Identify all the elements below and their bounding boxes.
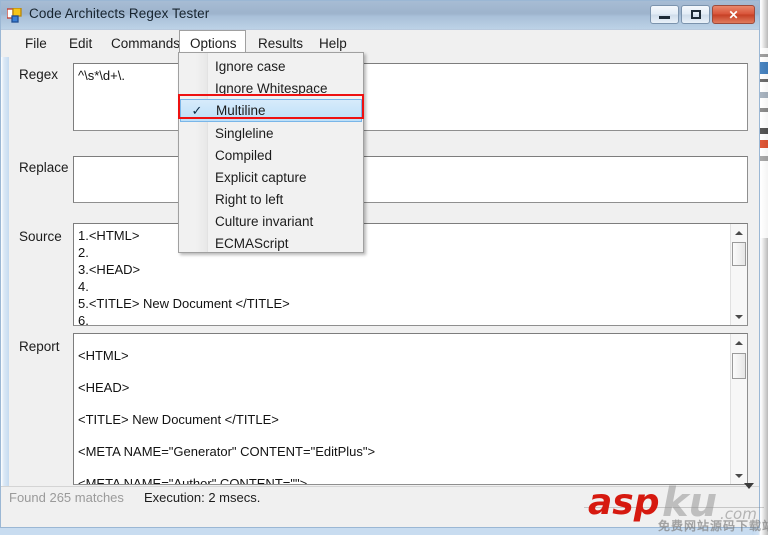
replace-input[interactable] xyxy=(73,156,748,203)
menu-edit[interactable]: Edit xyxy=(59,30,102,56)
menu-item-label: ECMAScript xyxy=(215,235,289,251)
close-button[interactable]: ✕ xyxy=(712,5,755,24)
menu-item-multiline[interactable]: ✓ Multiline xyxy=(180,99,362,122)
chevron-down-icon xyxy=(735,473,743,478)
menu-item-label: Ignore Whitespace xyxy=(215,80,328,96)
app-squares-icon xyxy=(7,8,22,23)
menu-item-label: Multiline xyxy=(216,103,266,118)
client-area: Regex ^\s*\d+\. Replace Source 1.<HTML> … xyxy=(1,57,759,509)
watermark: asp ku .com 免费网站源码下载站! xyxy=(584,481,768,533)
replace-value xyxy=(74,157,747,163)
title-bar[interactable]: Code Architects Regex Tester ✕ xyxy=(1,1,759,30)
maximize-button[interactable] xyxy=(681,5,710,24)
menu-commands[interactable]: Commands xyxy=(101,30,190,56)
report-label: Report xyxy=(19,339,60,354)
maximize-icon xyxy=(690,10,701,19)
screen: Code Architects Regex Tester ✕ File Edit… xyxy=(0,0,768,535)
status-execution-time: Execution: 2 msecs. xyxy=(144,490,261,505)
caret-down-icon xyxy=(744,483,754,489)
minimize-icon xyxy=(659,16,670,19)
watermark-tagline: 免费网站源码下载站! xyxy=(658,519,768,533)
checkmark-icon: ✓ xyxy=(191,103,203,118)
report-scroll-up-button[interactable] xyxy=(731,334,747,351)
report-scroll-thumb[interactable] xyxy=(732,353,746,379)
chevron-down-icon xyxy=(735,314,743,319)
source-scrollbar[interactable] xyxy=(730,224,747,325)
source-value: 1.<HTML> 2. 3.<HEAD> 4. 5.<TITLE> New Do… xyxy=(78,228,290,326)
source-scroll-down-button[interactable] xyxy=(731,308,747,325)
menu-item-label: Singleline xyxy=(215,125,274,141)
source-scroll-thumb[interactable] xyxy=(732,242,746,266)
source-input[interactable]: 1.<HTML> 2. 3.<HEAD> 4. 5.<TITLE> New Do… xyxy=(73,223,748,326)
menu-item-ignore-whitespace[interactable]: Ignore Whitespace xyxy=(179,77,363,99)
regex-value: ^\s*\d+\. xyxy=(78,68,125,83)
menu-item-label: Culture invariant xyxy=(215,213,314,229)
minimize-button[interactable] xyxy=(650,5,679,24)
chevron-up-icon xyxy=(735,230,743,235)
window-controls: ✕ xyxy=(650,5,755,24)
close-icon: ✕ xyxy=(728,7,739,22)
report-scrollbar[interactable] xyxy=(730,334,747,484)
menu-item-label: Right to left xyxy=(215,191,284,207)
regex-label: Regex xyxy=(19,67,59,82)
menu-item-ecmascript[interactable]: ECMAScript xyxy=(179,232,363,254)
main-window: Code Architects Regex Tester ✕ File Edit… xyxy=(0,0,760,528)
menu-item-explicit-capture[interactable]: Explicit capture xyxy=(179,166,363,188)
watermark-brand-red: asp xyxy=(588,482,660,523)
menu-item-label: Explicit capture xyxy=(215,169,307,185)
regex-input[interactable]: ^\s*\d+\. xyxy=(73,63,748,131)
source-label: Source xyxy=(19,229,62,244)
menu-item-ignore-case[interactable]: Ignore case xyxy=(179,55,363,77)
menu-file[interactable]: File xyxy=(15,30,57,56)
chevron-up-icon xyxy=(735,340,743,345)
menu-item-label: Compiled xyxy=(215,147,273,163)
menu-item-label: Ignore case xyxy=(215,58,286,74)
menu-bar: File Edit Commands Options Results Help xyxy=(1,30,759,57)
window-title: Code Architects Regex Tester xyxy=(29,6,210,21)
replace-label: Replace xyxy=(19,160,69,175)
report-value: <HTML> <HEAD> <TITLE> New Document </TIT… xyxy=(78,348,376,485)
status-found-matches: Found 265 matches xyxy=(9,490,124,505)
options-dropdown-menu: Ignore case Ignore Whitespace ✓ Multilin… xyxy=(178,52,364,253)
menu-item-singleline[interactable]: Singleline xyxy=(179,122,363,144)
menu-item-culture-invariant[interactable]: Culture invariant xyxy=(179,210,363,232)
report-output[interactable]: <HTML> <HEAD> <TITLE> New Document </TIT… xyxy=(73,333,748,485)
source-scroll-up-button[interactable] xyxy=(731,224,747,241)
left-edge-strip xyxy=(1,57,9,509)
menu-item-compiled[interactable]: Compiled xyxy=(179,144,363,166)
menu-item-right-to-left[interactable]: Right to left xyxy=(179,188,363,210)
